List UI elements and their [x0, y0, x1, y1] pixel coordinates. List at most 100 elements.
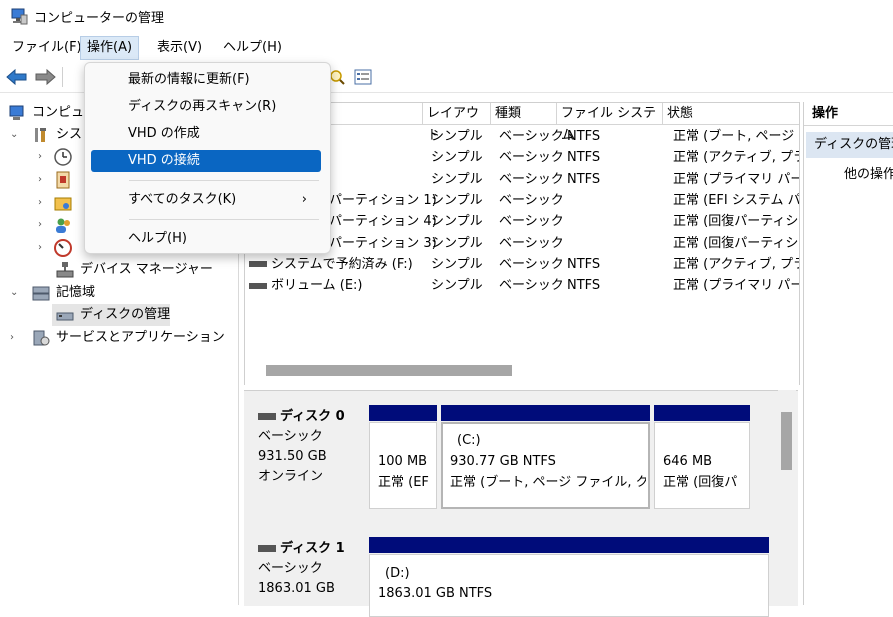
table-row[interactable]: ボリューム (E:) シンプルベーシックNTFS 正常 (プライマリ パーテ — [245, 275, 799, 296]
partition-size: 100 MB — [378, 454, 428, 469]
disk0-partition-efi[interactable]: 100 MB 正常 (EF — [369, 405, 437, 509]
submenu-arrow-icon: › — [301, 192, 307, 207]
menu-file[interactable]: ファイル(F) — [6, 37, 88, 59]
cell-type: ベーシック — [499, 256, 563, 272]
menu-item-help[interactable]: ヘルプ(H) — [91, 228, 321, 250]
disk-1-info[interactable]: ディスク 1 ベーシック 1863.01 GB — [258, 539, 345, 599]
cell-fs: NTFS — [567, 129, 601, 144]
tree-item-disk-management[interactable]: ディスクの管理 — [52, 304, 170, 326]
table-row[interactable]: システムで予約済み (F:) シンプルベーシックNTFS 正常 (アクティブ, プラ… — [245, 254, 799, 275]
cell-type: ベーシック — [499, 235, 563, 251]
horizontal-scrollbar[interactable] — [266, 365, 512, 376]
disk-name: ディスク 1 — [280, 541, 345, 556]
partition-size: 1863.01 GB NTFS — [378, 586, 493, 601]
volume-name-text: パーティション 4) — [329, 214, 437, 230]
computer-management-icon — [11, 8, 28, 25]
services-icon — [33, 330, 50, 346]
menu-separator — [129, 219, 319, 220]
cell-layout: シンプル — [431, 214, 483, 230]
actions-other[interactable]: 他の操作 — [844, 164, 893, 186]
partition-status: 正常 (回復パ — [663, 475, 738, 490]
partition-bar — [654, 405, 750, 421]
menu-separator — [129, 180, 319, 181]
cell-layout: シンプル — [431, 256, 483, 272]
back-arrow-icon[interactable] — [6, 68, 28, 86]
menu-help[interactable]: ヘルプ(H) — [217, 37, 288, 59]
chevron-down-icon[interactable]: ⌄ — [10, 124, 18, 146]
disk-type: ベーシック — [258, 561, 323, 576]
cell-fs — [567, 211, 631, 232]
chevron-right-icon[interactable]: › — [38, 192, 42, 214]
chevron-right-icon[interactable]: › — [38, 169, 42, 191]
menu-item-all-tasks[interactable]: すべてのタスク(K) › — [91, 189, 321, 211]
partition-status: 正常 (ブート, ページ ファイル, クラッ: — [450, 475, 646, 490]
shared-folder-icon — [54, 197, 72, 211]
volume-name-text: システムで予約済み (F:) — [271, 256, 413, 272]
cell-layout: シンプル — [431, 278, 483, 294]
cell-fs: NTFS — [567, 171, 601, 187]
tree-label: デバイス マネージャー — [80, 262, 213, 277]
menu-item-rescan-disks[interactable]: ディスクの再スキャン(R) — [91, 96, 321, 118]
cell-status: 正常 (回復パーティシ — [673, 235, 799, 251]
chevron-right-icon[interactable]: › — [38, 214, 42, 236]
actions-disk-management[interactable]: ディスクの管理 — [806, 132, 893, 158]
chevron-right-icon[interactable]: › — [38, 146, 42, 168]
properties-icon[interactable] — [354, 68, 372, 86]
cell-fs: NTFS — [567, 256, 601, 272]
cell-type: ベーシック — [499, 129, 563, 144]
menu-item-refresh[interactable]: 最新の情報に更新(F) — [91, 69, 321, 91]
action-menu-dropdown: 最新の情報に更新(F) ディスクの再スキャン(R) VHD の作成 VHD の接… — [84, 62, 331, 254]
chevron-down-icon[interactable]: ⌄ — [10, 282, 18, 304]
cell-fs — [567, 190, 631, 211]
column-header-layout[interactable]: レイアウト — [423, 103, 491, 143]
tools-icon — [35, 128, 46, 142]
column-header-type[interactable]: 種類 — [491, 103, 557, 125]
volume-name: ボリューム (E:) — [249, 275, 421, 296]
disk-0-info[interactable]: ディスク 0 ベーシック 931.50 GB オンライン — [258, 407, 345, 487]
tree-label: ディスクの管理 — [80, 307, 171, 322]
disk-name: ディスク 0 — [280, 409, 345, 424]
partition-status: 正常 (EF — [378, 475, 429, 490]
disk0-partition-recovery[interactable]: 646 MB 正常 (回復パ — [654, 405, 750, 509]
cell-type: ベーシック — [499, 192, 563, 208]
menu-view[interactable]: 表示(V) — [151, 37, 208, 59]
scrollbar-thumb[interactable] — [781, 412, 792, 470]
menu-bar: ファイル(F) 操作(A) 表示(V) ヘルプ(H) — [0, 34, 893, 62]
menu-item-create-vhd[interactable]: VHD の作成 — [91, 123, 321, 145]
title-bar: コンピューターの管理 — [0, 0, 893, 32]
cell-layout: シンプル — [431, 235, 483, 251]
tree-label: サービスとアプリケーション — [56, 330, 225, 345]
menu-item-attach-vhd[interactable]: VHD の接続 — [91, 150, 321, 172]
disk1-partition-d[interactable]: (D:) 1863.01 GB NTFS — [369, 537, 769, 617]
partition-bar — [441, 405, 650, 421]
volume-name-text: パーティション 3) — [329, 235, 437, 251]
disk0-partition-c[interactable]: (C:) 930.77 GB NTFS 正常 (ブート, ページ ファイル, ク… — [441, 405, 650, 509]
forward-arrow-icon[interactable] — [34, 68, 56, 86]
cell-status: 正常 (回復パーティシ — [673, 214, 799, 230]
cell-layout: シンプル — [431, 171, 483, 187]
storage-icon — [32, 286, 50, 301]
actions-pane: 操作 ディスクの管理 他の操作 — [803, 102, 893, 605]
cell-type: ベーシック — [499, 214, 563, 230]
chevron-right-icon[interactable]: › — [10, 327, 14, 349]
cell-status: 正常 (ブート, ページ フ — [673, 129, 799, 144]
column-header-filesystem[interactable]: ファイル システム — [557, 103, 663, 143]
menu-action[interactable]: 操作(A) — [80, 36, 140, 60]
partition-label: (D:) — [385, 566, 410, 581]
partition-bar — [369, 537, 769, 553]
disk-type: ベーシック — [258, 429, 323, 444]
disk-icon — [258, 545, 276, 552]
tree-label: コンピュ — [32, 105, 85, 120]
column-header-status[interactable]: 状態 — [663, 103, 799, 125]
volume-name-text: パーティション 1) — [329, 192, 437, 208]
users-icon — [56, 218, 70, 233]
cell-layout: シンプル — [431, 129, 483, 144]
disk-map: ディスク 0 ベーシック 931.50 GB オンライン 100 MB 正常 (… — [244, 390, 798, 617]
partition-size: 930.77 GB NTFS — [450, 454, 556, 469]
disk-icon — [258, 413, 276, 420]
chevron-right-icon[interactable]: › — [38, 237, 42, 259]
performance-icon — [54, 239, 72, 257]
cell-fs: NTFS — [567, 150, 601, 166]
cell-type: ベーシック — [499, 150, 563, 166]
device-manager-icon — [56, 262, 74, 278]
